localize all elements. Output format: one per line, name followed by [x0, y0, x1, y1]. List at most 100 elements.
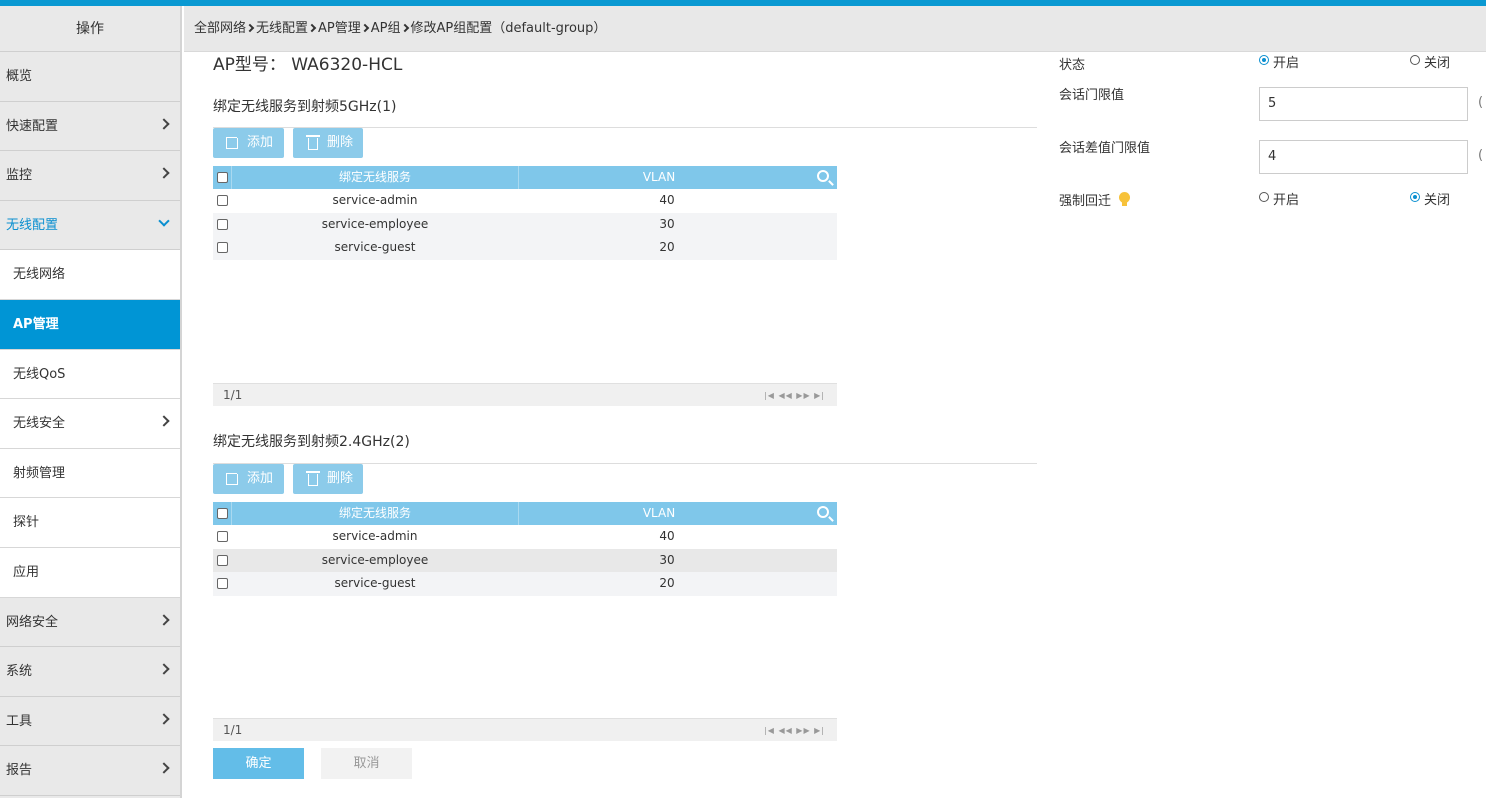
table-body: service-admin 40 service-employee 30 ser… — [213, 189, 837, 260]
radio-checked-icon — [1410, 192, 1420, 202]
radio-label: 开启 — [1273, 56, 1300, 71]
column-header-vlan[interactable]: VLAN — [519, 502, 799, 525]
cell-service: service-guest — [334, 240, 416, 254]
column-header-service[interactable]: 绑定无线服务 — [231, 166, 519, 189]
select-all-checkbox[interactable] — [217, 508, 228, 519]
sidebar-item-label: 无线网络 — [13, 267, 66, 283]
chevron-right-icon — [158, 167, 170, 179]
sidebar-item-label: 概览 — [6, 69, 33, 84]
cell-vlan: 40 — [659, 193, 675, 207]
add-button[interactable]: 添加 — [213, 464, 284, 494]
row-checkbox[interactable] — [217, 578, 228, 589]
radio-label: 关闭 — [1424, 193, 1451, 208]
breadcrumb: 全部网络 无线配置 AP管理 AP组 修改AP组配置（default-group） — [184, 6, 1486, 52]
sidebar-header: 操作 — [0, 6, 180, 52]
chevron-right-icon — [307, 23, 317, 33]
select-all-checkbox[interactable] — [217, 172, 228, 183]
sidebar-item-ap-management[interactable]: AP管理 — [0, 299, 180, 350]
sidebar-item-label: 工具 — [6, 713, 33, 729]
sidebar-item-system[interactable]: 系统 — [0, 647, 180, 697]
add-button[interactable]: 添加 — [213, 128, 284, 158]
sidebar-item-application[interactable]: 应用 — [0, 547, 180, 598]
breadcrumb-item-current: 修改AP组配置（default-group） — [410, 21, 607, 36]
sidebar-item-radio-management[interactable]: 射频管理 — [0, 448, 180, 499]
breadcrumb-item-all-networks[interactable]: 全部网络 — [194, 21, 246, 36]
row-checkbox[interactable] — [217, 195, 228, 206]
sidebar-item-label: AP管理 — [13, 316, 59, 332]
sidebar-item-wireless-security[interactable]: 无线安全 — [0, 399, 180, 449]
lightbulb-icon[interactable] — [1119, 192, 1130, 206]
row-checkbox[interactable] — [217, 531, 228, 542]
chevron-right-icon — [360, 23, 370, 33]
row-checkbox[interactable] — [217, 242, 228, 253]
search-icon[interactable] — [817, 506, 829, 518]
add-icon — [226, 469, 242, 485]
sidebar-item-wireless-qos[interactable]: 无线QoS — [0, 349, 180, 400]
sidebar-item-tools[interactable]: 工具 — [0, 696, 180, 747]
breadcrumb-item-wireless-config[interactable]: 无线配置 — [256, 21, 308, 36]
status-label: 状态 — [1059, 58, 1086, 73]
cell-vlan: 20 — [659, 576, 675, 590]
delete-button[interactable]: 删除 — [293, 128, 363, 158]
sidebar-item-wireless-config[interactable]: 无线配置 — [0, 200, 180, 251]
force-roam-label: 强制回迁 — [1059, 194, 1112, 209]
range-hint: ( — [1478, 95, 1484, 110]
cell-service: service-guest — [334, 576, 416, 590]
cancel-button[interactable]: 取消 — [321, 748, 412, 779]
sidebar-item-overview[interactable]: 概览 — [0, 52, 180, 102]
force-roam-on-radio[interactable]: 开启 — [1259, 189, 1299, 208]
sidebar-item-label: 无线安全 — [13, 416, 66, 432]
status-off-radio[interactable]: 关闭 — [1410, 52, 1450, 71]
add-button-label: 添加 — [247, 471, 274, 486]
force-roam-off-radio[interactable]: 关闭 — [1410, 189, 1450, 208]
chevron-right-icon — [158, 663, 170, 675]
delete-button-label: 删除 — [327, 471, 354, 486]
table-row[interactable]: service-guest 20 — [213, 572, 837, 596]
sidebar-item-label: 无线配置 — [6, 217, 59, 233]
pager-nav-icons[interactable]: |◀ ◀◀ ▶▶ ▶| — [764, 719, 825, 742]
add-button-label: 添加 — [247, 135, 274, 150]
search-icon[interactable] — [817, 170, 829, 182]
column-header-service[interactable]: 绑定无线服务 — [231, 502, 519, 525]
chevron-right-icon — [158, 117, 170, 130]
sidebar-item-quick-config[interactable]: 快速配置 — [0, 101, 180, 152]
delete-button-label: 删除 — [327, 135, 354, 150]
chevron-right-icon — [158, 613, 170, 626]
session-diff-threshold-input[interactable]: 4 — [1259, 140, 1468, 174]
service-table-5ghz: 绑定无线服务 VLAN service-admin 40 service-emp… — [213, 166, 837, 260]
sidebar-item-wireless-network[interactable]: 无线网络 — [0, 250, 180, 300]
sidebar-item-probe[interactable]: 探针 — [0, 498, 180, 548]
delete-button[interactable]: 删除 — [293, 464, 363, 494]
sidebar-item-network-security[interactable]: 网络安全 — [0, 597, 180, 648]
confirm-button[interactable]: 确定 — [213, 748, 304, 779]
row-checkbox[interactable] — [217, 554, 228, 566]
breadcrumb-item-ap-management[interactable]: AP管理 — [318, 21, 361, 36]
sidebar-item-monitor[interactable]: 监控 — [0, 151, 180, 201]
sidebar-item-report[interactable]: 报告 — [0, 746, 180, 796]
pager-nav-icons[interactable]: |◀ ◀◀ ▶▶ ▶| — [764, 384, 825, 407]
sidebar-item-label: 探针 — [13, 515, 40, 531]
row-checkbox[interactable] — [217, 218, 228, 230]
table-row[interactable]: service-admin 40 — [213, 525, 837, 549]
chevron-down-icon — [158, 215, 170, 227]
table-header: 绑定无线服务 VLAN — [213, 166, 837, 189]
radio-unchecked-icon — [1410, 55, 1420, 65]
add-icon — [226, 133, 242, 149]
range-hint: ( — [1478, 148, 1484, 163]
table-row[interactable]: service-employee 30 — [213, 548, 837, 572]
status-on-radio[interactable]: 开启 — [1259, 52, 1299, 71]
column-header-vlan[interactable]: VLAN — [519, 166, 799, 189]
table-row[interactable]: service-guest 20 — [213, 236, 837, 260]
session-threshold-input[interactable]: 5 — [1259, 87, 1468, 121]
trash-icon — [306, 471, 320, 486]
breadcrumb-item-ap-group[interactable]: AP组 — [371, 21, 401, 36]
chevron-right-icon — [158, 713, 170, 725]
table-row[interactable]: service-employee 30 — [213, 212, 837, 236]
chevron-right-icon — [158, 415, 170, 427]
cell-service: service-employee — [321, 552, 429, 567]
table-body: service-admin 40 service-employee 30 ser… — [213, 525, 837, 596]
radio-unchecked-icon — [1259, 192, 1269, 202]
cell-service: service-admin — [332, 529, 418, 543]
sidebar-item-label: 快速配置 — [6, 118, 59, 134]
table-row[interactable]: service-admin 40 — [213, 189, 837, 213]
